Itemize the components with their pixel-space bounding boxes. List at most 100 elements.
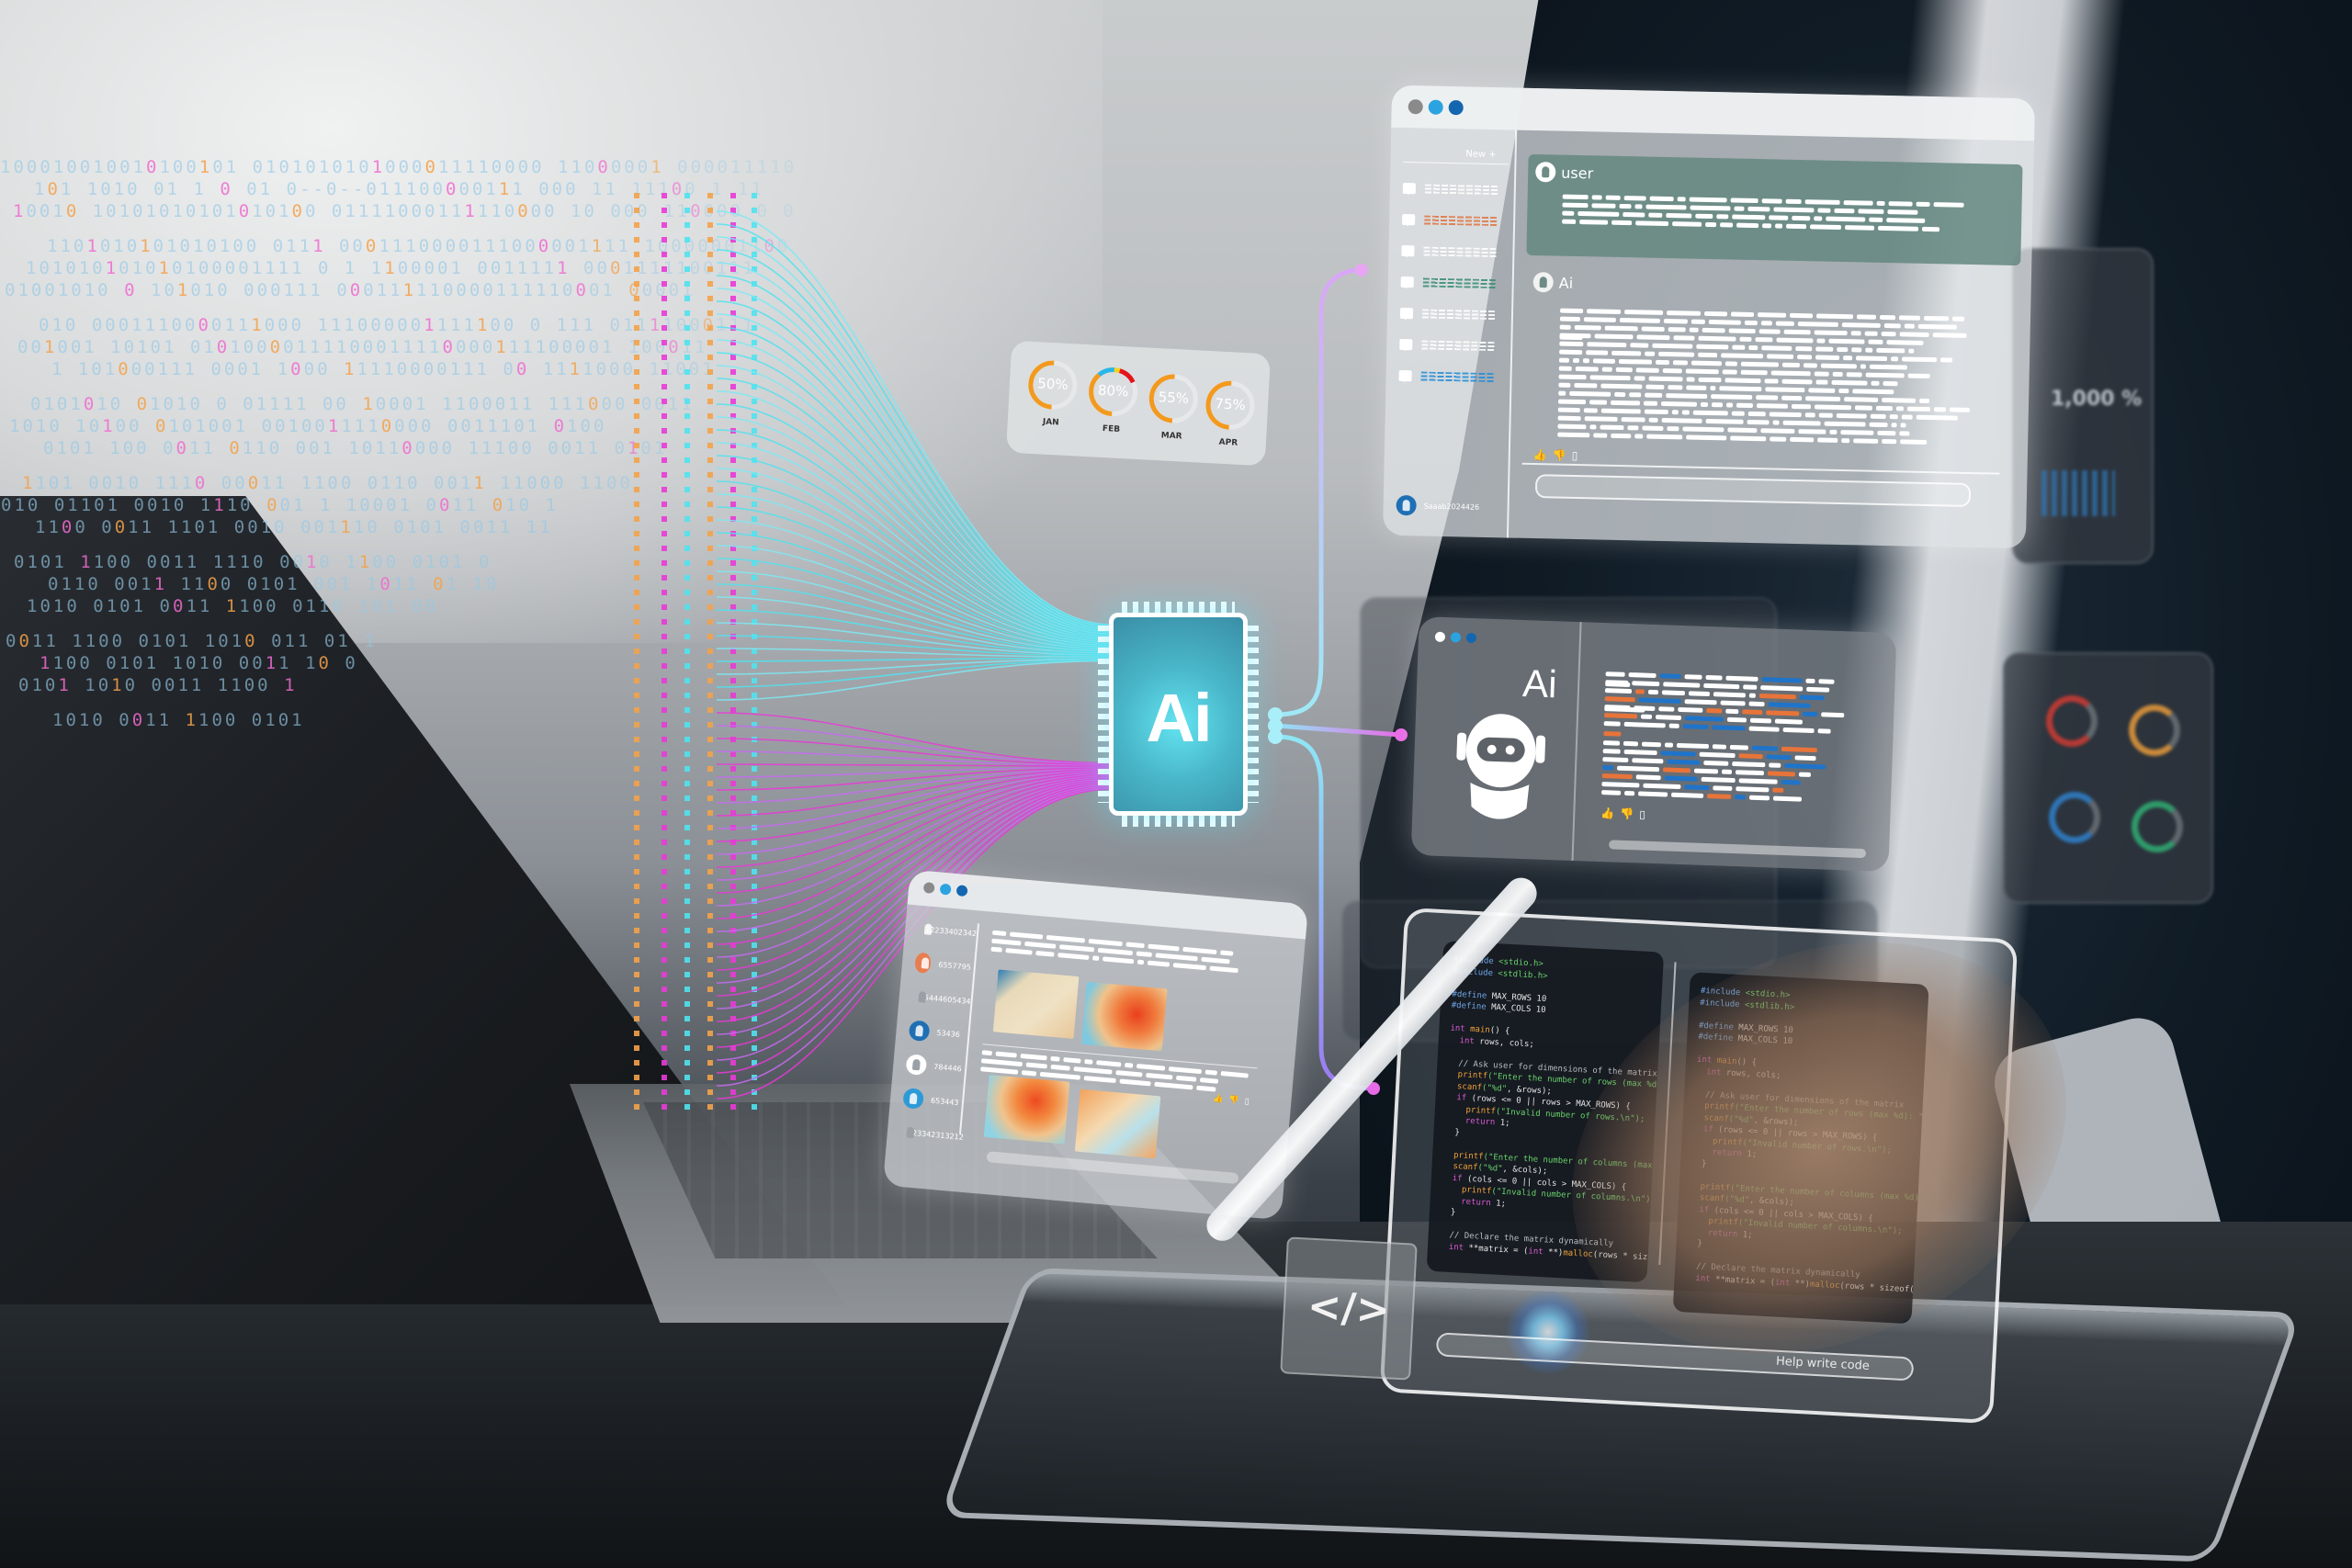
window-dot[interactable]	[939, 883, 952, 896]
background-gauge	[2129, 705, 2180, 756]
user-avatar-icon	[1535, 162, 1556, 183]
fiber-line	[717, 725, 1113, 765]
image-results-window: 12233402342 6557795 55444605434 53436 784446…	[882, 869, 1309, 1221]
window-controls	[922, 882, 968, 897]
connector-node	[1355, 264, 1368, 276]
chat-bubble-icon	[1399, 338, 1413, 351]
copy-icon[interactable]: ▯	[1244, 1097, 1250, 1106]
chat-history-item[interactable]	[1399, 335, 1510, 356]
window-dot[interactable]	[1428, 99, 1443, 115]
window-dot[interactable]	[1434, 631, 1446, 643]
chat-history-item[interactable]	[1400, 273, 1512, 294]
chat-history-item[interactable]	[1402, 179, 1514, 200]
thumbs-down-icon[interactable]: 👎	[1228, 1096, 1239, 1106]
chat-bubble-icon	[1401, 244, 1415, 257]
chat-history-sidebar: New + Saaab2024426	[1382, 127, 1518, 538]
thumbs-up-icon[interactable]: 👍	[1533, 448, 1547, 461]
user-avatar-icon	[905, 1054, 928, 1076]
ai-chat-window: New + Saaab2024426 user Ai 👍 👎 ▯	[1382, 85, 2036, 549]
user-id: 784446	[933, 1062, 963, 1073]
result-image[interactable]	[992, 969, 1080, 1039]
copy-icon[interactable]: ▯	[1572, 449, 1578, 462]
fiber-line	[717, 660, 1113, 701]
chat-history-item[interactable]	[1402, 210, 1513, 231]
gauge-jan: 50% JAN	[1021, 355, 1085, 428]
user-id: 123342313212	[907, 1128, 965, 1142]
thumbs-up-icon[interactable]: 👍	[1600, 807, 1614, 820]
account-avatar-icon	[1396, 494, 1417, 516]
window-controls	[1408, 99, 1464, 116]
chat-history-title	[1421, 340, 1496, 352]
chat-history-list	[1385, 179, 1514, 388]
chip-pins-bottom	[1122, 816, 1235, 827]
window-dot[interactable]	[1465, 632, 1477, 644]
user-label: user	[1561, 164, 1594, 182]
photo-input-bar[interactable]	[986, 1151, 1239, 1185]
chip-pins-top	[1122, 602, 1235, 613]
user-list-item[interactable]: 53436	[908, 1020, 967, 1044]
chat-history-title	[1422, 277, 1497, 289]
chat-bubble-icon	[1398, 369, 1412, 382]
account-row[interactable]: Saaab2024426	[1396, 494, 1479, 517]
user-list-item[interactable]: 653443	[902, 1088, 960, 1112]
chat-bubble-icon	[1402, 182, 1416, 195]
robot-avatar-pane: Ai	[1410, 616, 1582, 862]
user-list-item[interactable]: 55444605434	[910, 986, 971, 1010]
robot-ai-title: Ai	[1521, 660, 1558, 706]
copy-icon[interactable]: ▯	[1639, 808, 1645, 821]
user-list-item[interactable]: 12233402342	[917, 918, 978, 943]
user-avatar-icon	[910, 986, 913, 1007]
code-icon[interactable]: </>	[1280, 1236, 1418, 1381]
chat-history-item[interactable]	[1398, 367, 1510, 388]
window-dot[interactable]	[1448, 100, 1464, 116]
gauge-month: FEB	[1102, 423, 1121, 434]
dot-column	[684, 193, 690, 1111]
ai-chip-label: Ai	[1146, 680, 1213, 756]
window-dot[interactable]	[922, 882, 935, 895]
connector-to-robot	[1274, 723, 1402, 738]
chat-bubble-icon	[1400, 276, 1414, 288]
robot-input-bar[interactable]	[1608, 840, 1867, 859]
binary-row: 100010010010100101 010101010100001111000…	[0, 157, 797, 177]
new-chat-button[interactable]: New +	[1403, 128, 1510, 165]
background-gauge	[2046, 695, 2098, 747]
thumbs-down-icon[interactable]: 👎	[1553, 448, 1566, 461]
window-dot[interactable]	[1408, 99, 1423, 115]
ai-response-reactions: 👍 👎 ▯	[1533, 448, 1578, 462]
result-image[interactable]	[983, 1075, 1070, 1145]
background-bar-chart	[2041, 470, 2115, 516]
chat-message-input[interactable]	[1534, 474, 1972, 508]
result-reactions: 👍 👎 ▯	[1213, 1094, 1250, 1106]
dot-column	[634, 193, 639, 1111]
result-image[interactable]	[1074, 1089, 1161, 1159]
chat-history-item[interactable]	[1399, 304, 1511, 325]
thumbs-up-icon[interactable]: 👍	[1213, 1094, 1224, 1104]
gauge-mar: 55% MAR	[1141, 369, 1205, 442]
user-message: user	[1526, 153, 2023, 266]
result-text-1	[990, 928, 1285, 978]
user-avatar-icon	[914, 952, 933, 975]
monthly-gauges-panel: 50% JAN 80% FEB 55% MAR 75% APR	[1006, 340, 1271, 467]
thumbs-down-icon[interactable]: 👎	[1620, 807, 1634, 821]
dot-column	[662, 193, 667, 1111]
ai-response-text-2	[1601, 738, 1851, 804]
gauge-apr: 75% APR	[1198, 377, 1262, 449]
user-id: 12233402342	[924, 924, 978, 938]
background-gauge	[2132, 801, 2183, 852]
result-image[interactable]	[1081, 981, 1168, 1052]
user-list-item[interactable]: 123342313212	[899, 1121, 964, 1146]
user-list-item[interactable]: 6557795	[914, 952, 972, 977]
chat-history-title	[1424, 184, 1498, 196]
chat-bubble-icon	[1402, 213, 1416, 226]
user-list-item[interactable]: 784446	[905, 1054, 963, 1078]
user-avatar-icon	[902, 1088, 925, 1110]
window-dot[interactable]	[956, 885, 968, 897]
ai-speaker: Ai	[1532, 271, 1574, 293]
window-dot[interactable]	[1450, 632, 1462, 643]
ai-avatar-icon	[1532, 271, 1554, 293]
chat-history-title	[1421, 309, 1497, 321]
chat-history-item[interactable]	[1401, 242, 1512, 263]
connector-node	[1395, 728, 1408, 741]
user-avatar-icon	[899, 1121, 901, 1142]
user-avatar-icon	[917, 918, 920, 939]
